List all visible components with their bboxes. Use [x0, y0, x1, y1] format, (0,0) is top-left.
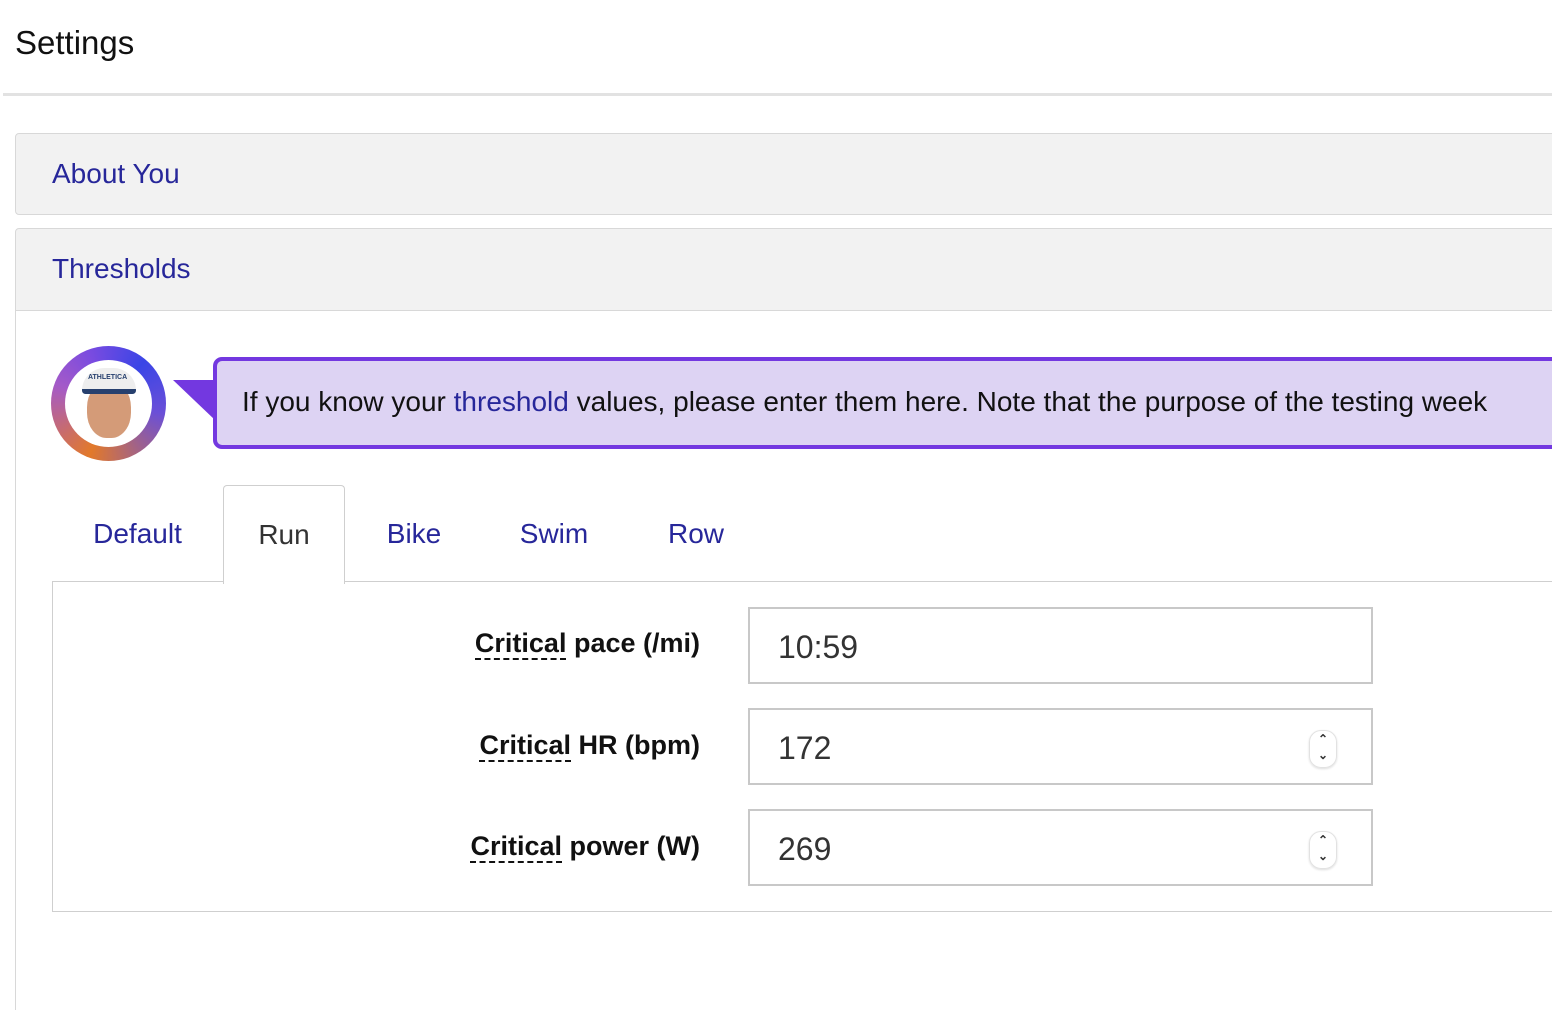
number-stepper-icon[interactable]: ⌃⌄	[1309, 730, 1337, 768]
sport-tabs: Default Run Bike Swim Row	[52, 485, 1552, 582]
critical-term-tooltip[interactable]: Critical	[475, 628, 567, 660]
message-text: If you know your	[242, 386, 454, 417]
number-stepper-icon[interactable]: ⌃⌄	[1309, 831, 1337, 869]
critical-pace-value: 10:59	[778, 629, 858, 665]
thresholds-panel-header[interactable]: Thresholds	[15, 228, 1552, 311]
avatar-brand-logo: ATHLETICA	[88, 374, 127, 381]
critical-pace-label: Critical pace (/mi)	[475, 628, 700, 659]
about-you-link[interactable]: About You	[52, 158, 180, 190]
critical-power-input[interactable]: 269 ⌃⌄	[748, 809, 1373, 886]
threshold-link[interactable]: threshold	[454, 386, 569, 417]
tab-swim[interactable]: Swim	[483, 485, 625, 582]
tab-bike[interactable]: Bike	[345, 485, 483, 582]
thresholds-link[interactable]: Thresholds	[52, 253, 191, 285]
info-message-bubble: If you know your threshold values, pleas…	[213, 357, 1552, 449]
critical-term-tooltip[interactable]: Critical	[470, 831, 562, 863]
divider	[3, 93, 1552, 96]
critical-power-label: Critical power (W)	[470, 831, 700, 862]
avatar-cap: ATHLETICA	[82, 368, 136, 394]
tab-run[interactable]: Run	[223, 485, 345, 584]
critical-power-value: 269	[778, 831, 831, 867]
message-text-rest: values, please enter them here. Note tha…	[569, 386, 1487, 417]
tab-row[interactable]: Row	[625, 485, 767, 582]
critical-pace-input[interactable]: 10:59	[748, 607, 1373, 684]
critical-hr-input[interactable]: 172 ⌃⌄	[748, 708, 1373, 785]
page-title: Settings	[15, 24, 134, 62]
tab-default[interactable]: Default	[52, 485, 223, 582]
critical-hr-value: 172	[778, 730, 831, 766]
critical-hr-label: Critical HR (bpm)	[479, 730, 700, 761]
coach-avatar: ATHLETICA	[51, 346, 166, 461]
about-you-panel-header[interactable]: About You	[15, 133, 1552, 215]
critical-term-tooltip[interactable]: Critical	[479, 730, 571, 762]
bubble-tail	[173, 380, 215, 420]
